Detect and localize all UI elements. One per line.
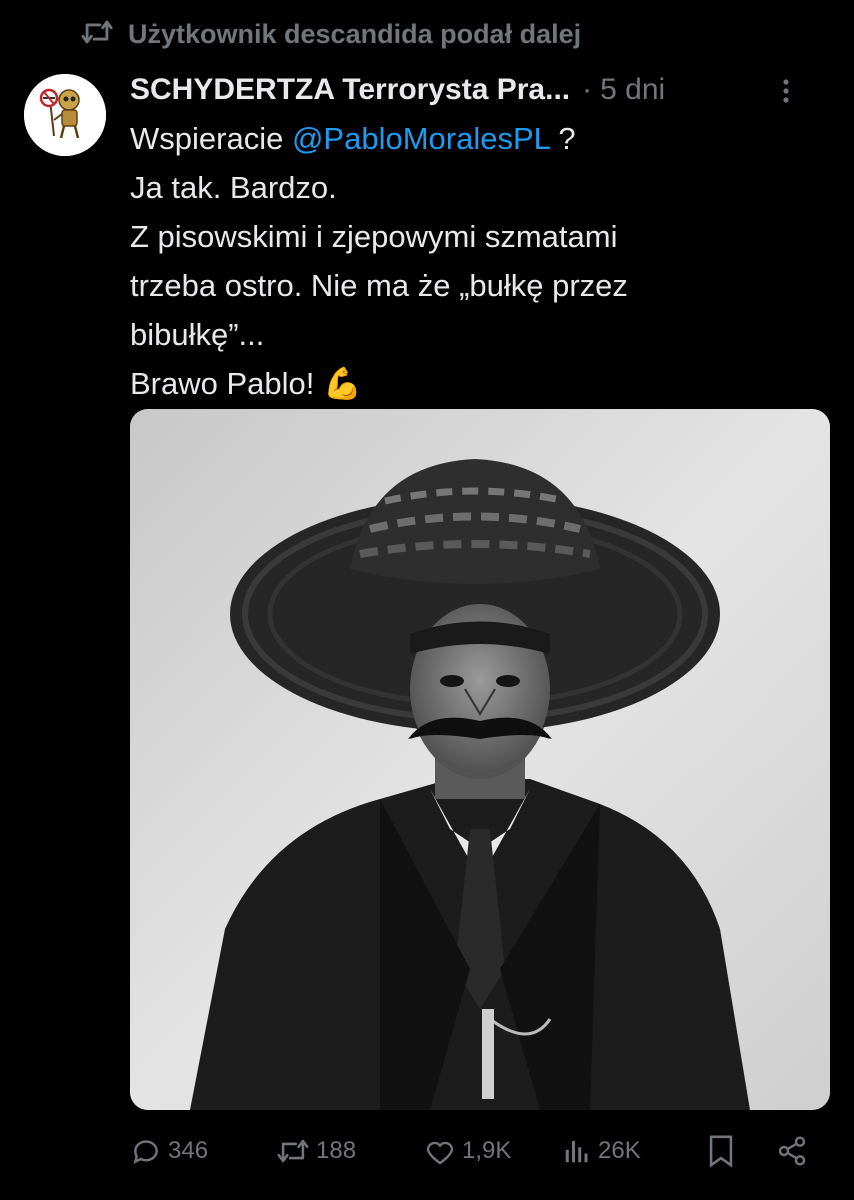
text-line-1-suffix: ?	[549, 121, 576, 156]
text-line-2: Ja tak. Bardzo.	[130, 170, 337, 205]
text-line-4: trzeba ostro. Nie ma że „bułkę przez	[130, 268, 628, 303]
share-icon	[776, 1135, 808, 1167]
repost-count: 188	[316, 1137, 357, 1164]
bookmark-icon	[706, 1134, 736, 1168]
tweet-header: SCHYDERTZA Terrorysta Pra... · 5 dni	[130, 68, 824, 112]
tweet-media-photo[interactable]	[130, 409, 830, 1110]
reply-button[interactable]: 346	[130, 1128, 208, 1174]
like-count: 1,9K	[462, 1137, 512, 1164]
views-icon	[562, 1136, 592, 1166]
text-line-6: Brawo Pablo! 💪	[130, 359, 820, 408]
author-display-name[interactable]: SCHYDERTZA Terrorysta Pra...	[130, 73, 570, 107]
sombrero-man-photo	[130, 409, 830, 1110]
flexed-biceps-emoji: 💪	[323, 366, 362, 401]
action-bar: 346 188 1,9K 26K	[130, 1128, 830, 1174]
reply-icon	[130, 1135, 162, 1167]
more-options-icon[interactable]	[776, 76, 796, 106]
robot-avatar-icon	[24, 74, 106, 156]
text-line-1: Wspieracie @PabloMoralesPL ?	[130, 114, 820, 163]
text-line-1-prefix: Wspieracie	[130, 121, 292, 156]
heart-icon	[424, 1136, 456, 1166]
views-count: 26K	[598, 1137, 641, 1164]
share-button[interactable]	[776, 1128, 808, 1174]
repost-icon	[276, 1136, 310, 1166]
text-line-6-content: Brawo Pablo!	[130, 366, 323, 401]
retweet-icon	[80, 17, 114, 52]
text-line-3: Z pisowskimi i zjepowymi szmatami	[130, 219, 618, 254]
reply-count: 346	[168, 1137, 209, 1164]
retweet-label: Użytkownik descandida podał dalej	[128, 18, 582, 49]
text-line-5: bibułkę”...	[130, 317, 265, 352]
tweet-text: Wspieracie @PabloMoralesPL ? Ja tak. Bar…	[130, 114, 820, 408]
timestamp[interactable]: 5 dni	[600, 73, 665, 107]
avatar[interactable]	[24, 74, 106, 156]
repost-button[interactable]: 188	[276, 1128, 356, 1174]
mention-link[interactable]: @PabloMoralesPL	[292, 121, 550, 156]
separator-dot: ·	[582, 73, 593, 106]
like-button[interactable]: 1,9K	[424, 1128, 511, 1174]
bookmark-button[interactable]	[706, 1128, 736, 1174]
views-button[interactable]: 26K	[562, 1128, 641, 1174]
retweet-indicator[interactable]: Użytkownik descandida podał dalej	[80, 14, 581, 54]
